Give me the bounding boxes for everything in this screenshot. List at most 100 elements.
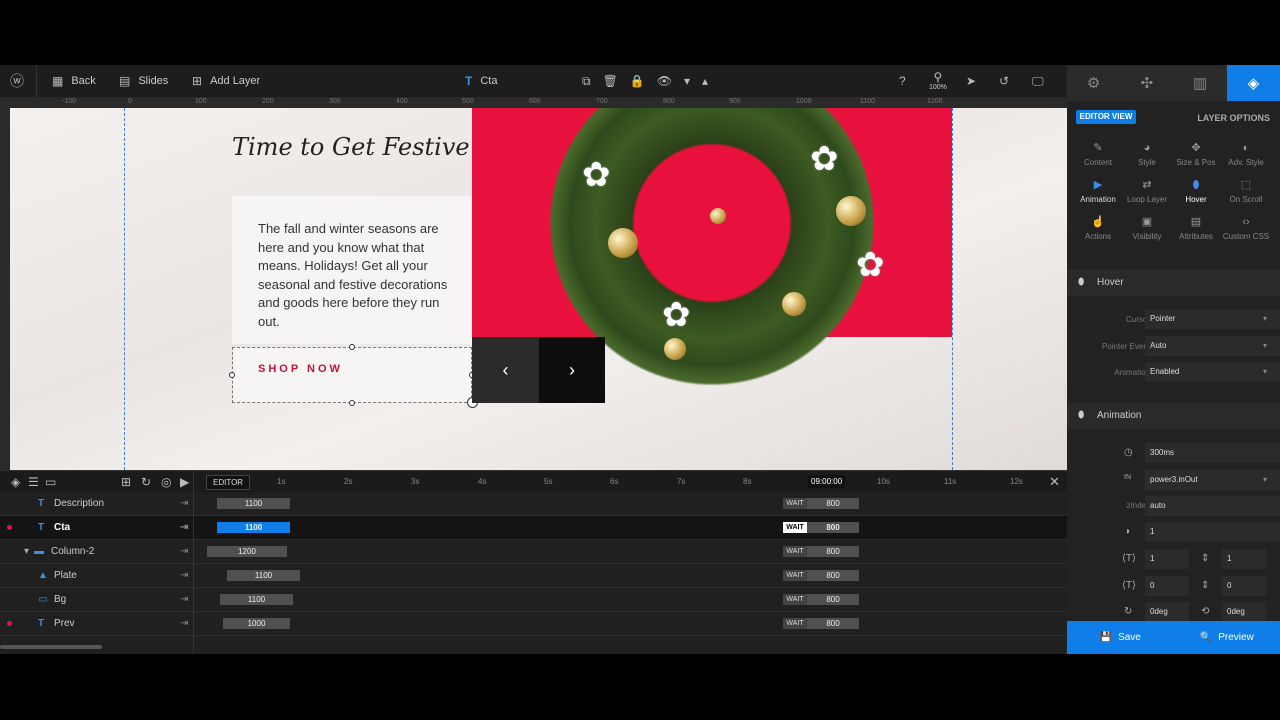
- settings-tab-icon[interactable]: ⚙: [1067, 65, 1120, 101]
- cta-layer-selection[interactable]: [232, 347, 472, 403]
- option-size-pos[interactable]: ✥ Size & Pos: [1170, 143, 1222, 168]
- wordpress-icon[interactable]: ⓦ: [10, 65, 24, 97]
- hand-icon: ☝: [1091, 216, 1105, 228]
- play-icon[interactable]: ▶: [180, 476, 189, 488]
- option-custom-css[interactable]: ‹› Custom CSS: [1220, 217, 1272, 242]
- layers-tab-icon[interactable]: ◈: [1226, 65, 1280, 101]
- chevron-down-icon: ▾: [1262, 341, 1267, 350]
- modules-tab-icon[interactable]: ✣: [1120, 65, 1173, 101]
- duration-field[interactable]: 300ms: [1145, 443, 1280, 463]
- help-icon[interactable]: ?: [899, 65, 906, 97]
- resize-handle[interactable]: [349, 400, 355, 406]
- option-hover[interactable]: ⬮ Hover: [1170, 180, 1222, 205]
- chevron-up-icon[interactable]: ▴: [702, 75, 708, 87]
- back-button[interactable]: ▦ Back: [52, 65, 96, 97]
- collapse-icon[interactable]: ⇥: [180, 522, 188, 533]
- skew-y-field[interactable]: 0: [1222, 576, 1266, 596]
- timeline-row[interactable]: T Cta ⇥ 1100 WAIT 800: [0, 516, 1067, 540]
- layers-icon[interactable]: ◈: [11, 476, 20, 488]
- zoom-control[interactable]: ⚲ 100%: [929, 65, 947, 97]
- desktop-view-icon[interactable]: 🖵: [1032, 65, 1044, 97]
- slides-button[interactable]: ▤ Slides: [119, 65, 168, 97]
- option-on-scroll[interactable]: ⬚ On Scroll: [1220, 180, 1272, 205]
- resize-handle[interactable]: [349, 344, 355, 350]
- next-arrow-button[interactable]: ›: [539, 337, 605, 403]
- collapse-icon[interactable]: ⇥: [180, 546, 188, 557]
- ornament: [664, 338, 686, 360]
- pointer-event-select[interactable]: Auto ▾: [1145, 336, 1280, 356]
- collapse-icon[interactable]: ⇥: [180, 618, 188, 629]
- collapse-icon[interactable]: ⇥: [180, 498, 188, 509]
- option-attributes[interactable]: ▤ Attributes: [1170, 217, 1222, 242]
- skew-x-field[interactable]: 0: [1145, 576, 1189, 596]
- list-icon[interactable]: ☰: [28, 476, 39, 488]
- option-style[interactable]: ◕ Style: [1121, 143, 1173, 168]
- heading-layer[interactable]: Time to Get Festive: [232, 133, 470, 161]
- rotate-x-field[interactable]: 0deg: [1145, 602, 1189, 622]
- visibility-icon[interactable]: 👁: [657, 75, 672, 87]
- ornament: [608, 228, 638, 258]
- vertical-ruler: [0, 108, 10, 470]
- option-loop-layer[interactable]: ⇄ Loop Layer: [1121, 180, 1173, 205]
- status-dot: [7, 621, 12, 626]
- timeline-row[interactable]: T Prev ⇥ 1000 WAIT 800: [0, 612, 1067, 636]
- cta-button-text[interactable]: SHOP NOW: [258, 363, 343, 375]
- option-adv-style[interactable]: ◐ Adv. Style: [1220, 143, 1272, 168]
- shape-icon: ▲: [38, 570, 48, 581]
- preview-button[interactable]: 🔍 Preview: [1174, 621, 1280, 654]
- collapse-icon[interactable]: ⇥: [180, 594, 188, 605]
- easing-icon: IN: [1124, 474, 1131, 481]
- timeline-row[interactable]: T Description ⇥ 1100 WAIT 800: [0, 492, 1067, 516]
- save-icon: 💾: [1099, 632, 1113, 643]
- timeline-header: ◈ ☰ ▭ ⊞ ↻ ◎ ▶ EDITOR 1s 2s 3s 4s 5s 6s 7…: [0, 470, 1067, 492]
- scale-x-field[interactable]: 1: [1145, 549, 1189, 569]
- option-actions[interactable]: ☝ Actions: [1072, 216, 1124, 242]
- globe-icon[interactable]: ◎: [161, 476, 171, 488]
- chevron-down-icon[interactable]: ▾: [24, 546, 29, 557]
- add-layer-button[interactable]: ⊞ Add Layer: [192, 65, 260, 97]
- close-icon[interactable]: ✕: [1049, 475, 1060, 488]
- guide-line-right: [952, 108, 953, 470]
- current-layer[interactable]: T Cta: [465, 65, 497, 97]
- duplicate-icon[interactable]: ⧉: [582, 75, 591, 87]
- slide-canvas[interactable]: Time to Get Festive The fall and winter …: [10, 108, 1067, 470]
- animation-select[interactable]: Enabled ▾: [1145, 362, 1280, 382]
- undo-icon[interactable]: ↺: [999, 65, 1009, 97]
- grid-icon[interactable]: ⊞: [121, 476, 131, 488]
- option-animation[interactable]: ▶ Animation: [1072, 180, 1124, 205]
- animation-section-header[interactable]: ⬮ Animation: [1067, 403, 1280, 429]
- timeline-row[interactable]: ▲ Plate ⇥ 1100 WAIT 800: [0, 564, 1067, 588]
- chevron-down-icon[interactable]: ▾: [684, 75, 690, 87]
- collapse-icon[interactable]: ⇥: [180, 570, 188, 581]
- opacity-icon: ◑: [1124, 526, 1131, 537]
- playhead-time[interactable]: 09:00:00: [808, 475, 846, 488]
- top-toolbar: ⓦ ▦ Back ▤ Slides ⊞ Add Layer T Cta ⧉ 🗑 🔒 👁 …: [0, 65, 1067, 97]
- mouse-icon: ⬮: [1078, 410, 1085, 421]
- pointer-icon[interactable]: ➤: [966, 65, 976, 97]
- easing-select[interactable]: power3.inOut ▾: [1145, 470, 1280, 490]
- option-content[interactable]: ✎ Content: [1072, 143, 1124, 168]
- add-layer-icon: ⊞: [192, 74, 203, 88]
- editor-view-button[interactable]: EDITOR VIEW: [1076, 110, 1136, 124]
- cursor-select[interactable]: Pointer ▾: [1145, 309, 1280, 329]
- hover-section-header[interactable]: ⬮ Hover: [1067, 270, 1280, 296]
- text-layer-icon: T: [38, 498, 45, 509]
- loop-icon[interactable]: ↻: [141, 476, 151, 488]
- description-layer[interactable]: The fall and winter seasons are here and…: [258, 220, 463, 331]
- rotate-y-field[interactable]: 0deg: [1222, 602, 1266, 622]
- prev-arrow-button[interactable]: ‹: [472, 337, 539, 403]
- delete-icon[interactable]: 🗑: [603, 75, 618, 87]
- timeline-row[interactable]: ▭ Bg ⇥ 1100 WAIT 800: [0, 588, 1067, 612]
- folder-icon[interactable]: ▭: [45, 476, 56, 488]
- timeline-row[interactable]: ▾ ▬ Column-2 ⇥ 1200 WAIT 800: [0, 540, 1067, 564]
- option-visibility[interactable]: ▣ Visibility: [1121, 217, 1173, 242]
- timeline-scrollbar[interactable]: [0, 645, 102, 649]
- lock-icon[interactable]: 🔒: [630, 75, 645, 87]
- zindex-field[interactable]: auto: [1145, 496, 1280, 516]
- resize-handle[interactable]: [229, 372, 235, 378]
- save-button[interactable]: 💾 Save: [1067, 621, 1174, 654]
- editor-label[interactable]: EDITOR: [206, 475, 251, 490]
- slides-tab-icon[interactable]: ▥: [1174, 65, 1227, 101]
- scale-y-field[interactable]: 1: [1222, 549, 1266, 569]
- opacity-field[interactable]: 1: [1145, 522, 1280, 542]
